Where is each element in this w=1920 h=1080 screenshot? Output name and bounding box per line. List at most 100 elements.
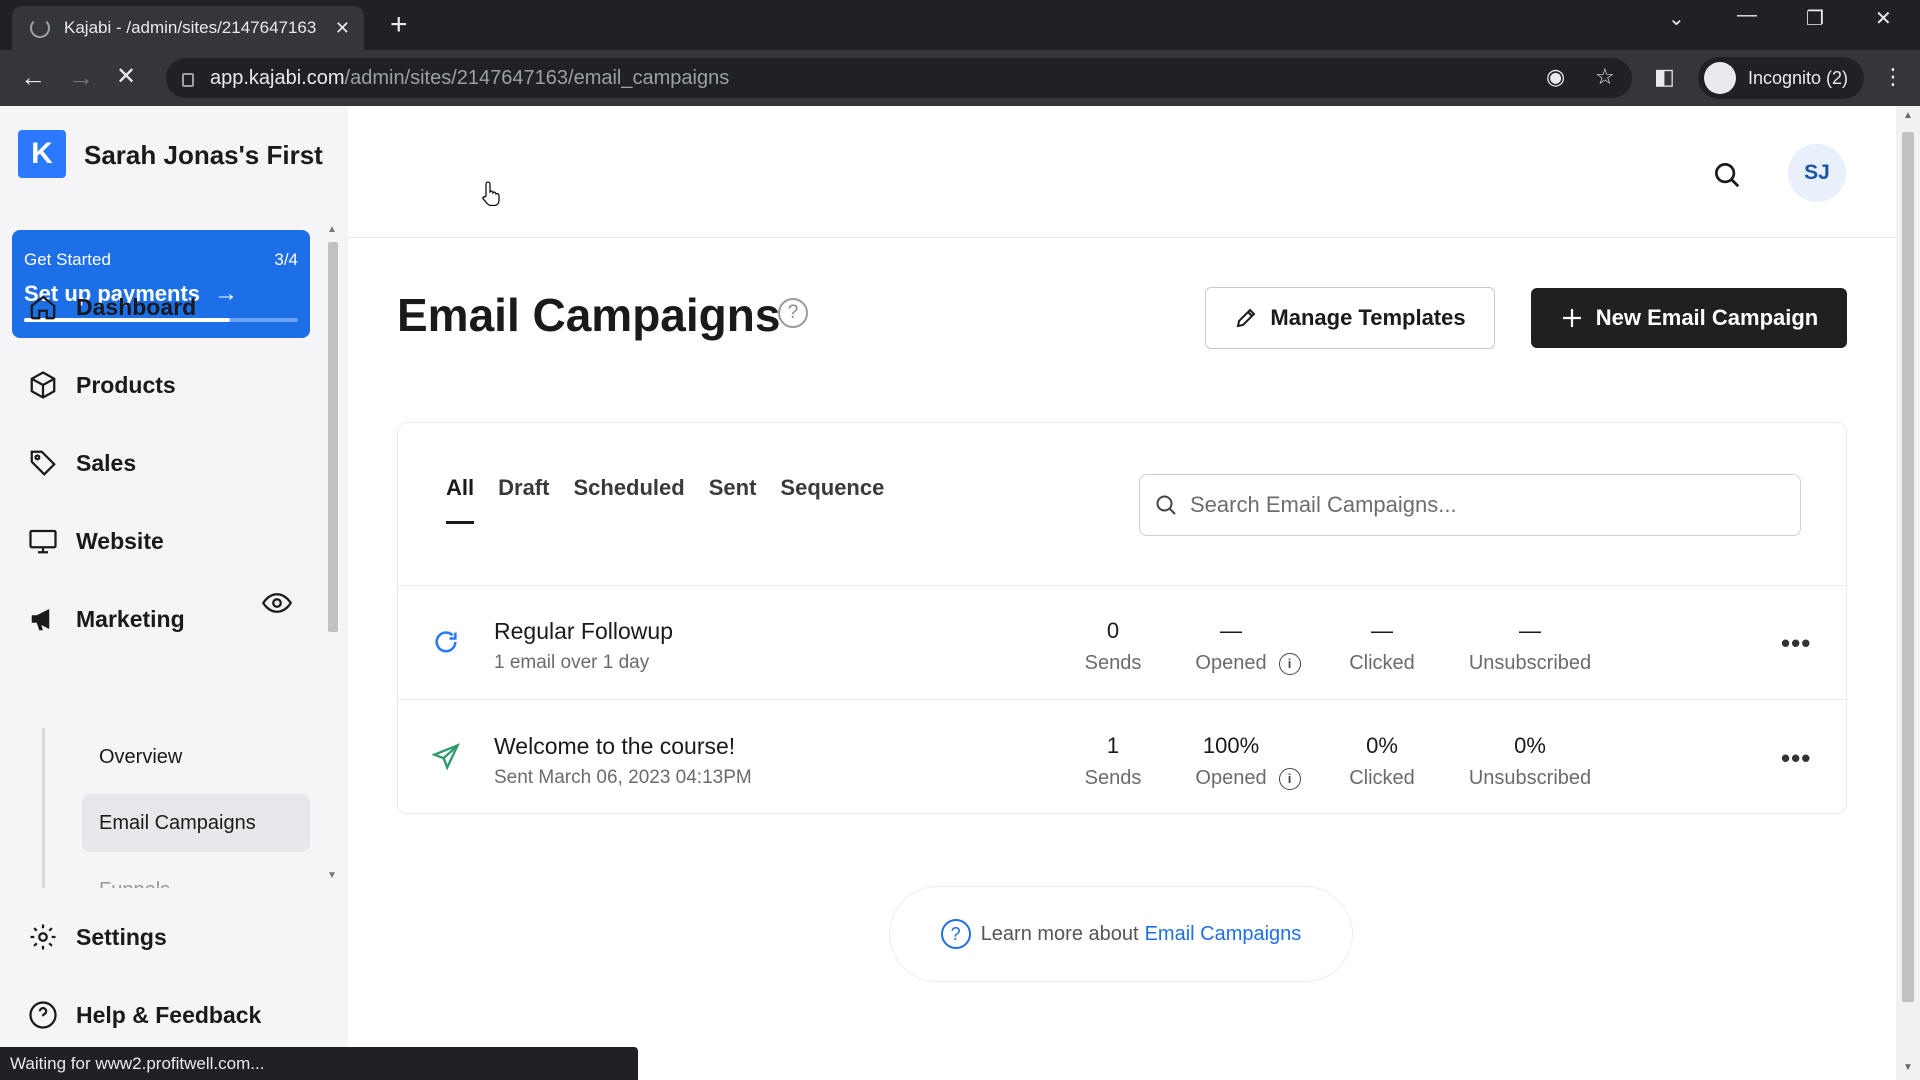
campaign-subtitle: 1 email over 1 day — [494, 652, 650, 673]
avatar[interactable]: SJ — [1788, 144, 1846, 202]
info-icon[interactable]: i — [1278, 652, 1301, 675]
site-name[interactable]: Sarah Jonas's First — [84, 140, 323, 171]
sidebar-item-settings[interactable]: Settings — [28, 922, 167, 952]
browser-status-bar: Waiting for www2.profitwell.com... — [0, 1047, 638, 1080]
tab-draft[interactable]: Draft — [498, 475, 549, 501]
info-icon[interactable]: i — [1278, 767, 1301, 790]
stat-value: 100% — [1202, 733, 1260, 758]
page-scroll-thumb[interactable] — [1902, 132, 1914, 1002]
sidebar-item-label: Settings — [76, 923, 167, 950]
loading-spinner-icon — [30, 18, 50, 38]
sidebar-item-dashboard[interactable]: Dashboard — [28, 292, 196, 322]
sidebar-item-sales[interactable]: Sales — [28, 448, 136, 478]
search-campaigns-box[interactable] — [1139, 474, 1801, 536]
table-row[interactable]: Welcome to the course! Sent March 06, 20… — [398, 701, 1846, 815]
browser-menu-icon[interactable]: ⋮ — [1882, 64, 1904, 90]
learn-more-text: Learn more about — [980, 922, 1139, 945]
tab-close-icon[interactable]: ✕ — [335, 18, 350, 39]
sidebar-item-label: Dashboard — [76, 293, 197, 320]
campaigns-card: All Draft Scheduled Sent Sequence Regula… — [397, 422, 1847, 814]
scroll-up-icon[interactable]: ▲ — [327, 224, 337, 235]
sidebar-subitem-funnels[interactable]: Funnels — [99, 876, 170, 888]
browser-tab-bar: Kajabi - /admin/sites/2147647163 ✕ + ⌄ —… — [0, 0, 1920, 50]
plus-icon — [1562, 309, 1581, 327]
box-icon — [30, 371, 56, 399]
tab-search-icon[interactable]: ⌄ — [1668, 6, 1685, 31]
stat-sends: 0 Sends — [1058, 618, 1168, 675]
stat-unsubscribed: 0% Unsubscribed — [1460, 733, 1600, 790]
manage-templates-button[interactable]: Manage Templates — [1205, 287, 1495, 349]
sidebar-item-website[interactable]: Website — [28, 526, 164, 556]
table-row[interactable]: Regular Followup 1 email over 1 day 0 Se… — [398, 586, 1846, 700]
stat-value: — — [1519, 618, 1541, 643]
sidebar-item-products[interactable]: Products — [28, 370, 176, 400]
campaign-name[interactable]: Regular Followup — [494, 618, 673, 645]
sidebar-scroll-thumb[interactable] — [328, 242, 338, 632]
stat-value: 0% — [1514, 733, 1546, 758]
stat-value: — — [1371, 618, 1393, 643]
sidebar-item-label: Sales — [76, 449, 137, 476]
minimize-icon[interactable]: — — [1737, 4, 1757, 27]
window-close-icon[interactable]: ✕ — [1875, 6, 1892, 31]
tab-scheduled[interactable]: Scheduled — [573, 475, 684, 501]
campaign-name[interactable]: Welcome to the course! — [494, 733, 735, 760]
new-email-campaign-button[interactable]: New Email Campaign — [1531, 288, 1847, 348]
sidebar-subitem-overview[interactable]: Overview — [82, 728, 310, 786]
kajabi-logo-icon[interactable]: K — [18, 130, 66, 178]
more-options-icon[interactable]: ••• — [1781, 743, 1811, 774]
search-icon[interactable] — [1712, 160, 1742, 190]
back-icon[interactable]: ← — [20, 62, 46, 92]
more-options-icon[interactable]: ••• — [1781, 628, 1811, 659]
page-scrollbar[interactable]: ▲ ▼ — [1896, 106, 1920, 1080]
sidebar-item-help-feedback[interactable]: Help & Feedback — [28, 1000, 261, 1030]
pencil-icon — [1237, 308, 1256, 328]
new-email-campaign-label: New Email Campaign — [1595, 305, 1819, 330]
incognito-label: Incognito (2) — [1748, 67, 1849, 88]
scroll-down-icon[interactable]: ▼ — [1903, 1062, 1913, 1073]
bookmark-star-icon[interactable]: ☆ — [1595, 64, 1615, 90]
manage-templates-label: Manage Templates — [1270, 305, 1466, 330]
scroll-up-icon[interactable]: ▲ — [1903, 110, 1913, 121]
search-icon — [1156, 495, 1176, 515]
help-question-icon[interactable]: ? — [778, 298, 808, 328]
stop-loading-icon[interactable]: ✕ — [116, 62, 136, 92]
new-tab-icon[interactable]: + — [390, 8, 408, 42]
search-campaigns-input[interactable] — [1190, 492, 1780, 518]
sequence-refresh-icon — [435, 631, 457, 653]
tab-sent[interactable]: Sent — [709, 475, 757, 501]
stat-label: Sends — [1084, 652, 1142, 674]
url-host: app.kajabi.com — [210, 66, 345, 89]
sidebar-item-marketing[interactable]: Marketing — [28, 604, 185, 634]
stat-opened: 100% Opened i — [1178, 733, 1318, 790]
incognito-badge[interactable]: Incognito (2) — [1698, 57, 1865, 99]
side-panel-icon[interactable]: ◧ — [1654, 64, 1675, 90]
stat-label: Sends — [1084, 767, 1142, 789]
tab-sequence[interactable]: Sequence — [780, 475, 884, 501]
sidebar-subitem-email-campaigns[interactable]: Email Campaigns — [82, 794, 310, 852]
incognito-icon — [1704, 62, 1736, 94]
scroll-down-icon[interactable]: ▼ — [327, 870, 337, 881]
tab-all[interactable]: All — [446, 475, 475, 524]
sidebar-item-label: Marketing — [76, 605, 185, 632]
help-question-icon: ? — [940, 919, 971, 949]
get-started-label: Get Started — [24, 250, 111, 269]
restore-icon[interactable]: ❐ — [1806, 6, 1824, 31]
preview-eye-icon[interactable] — [262, 592, 292, 614]
tag-icon — [30, 450, 56, 476]
sidebar-item-label: Website — [76, 527, 164, 554]
sidebar-scrollbar[interactable]: ▲ ▼ — [326, 224, 340, 884]
eye-off-icon[interactable]: ◉ — [1546, 64, 1565, 90]
stat-value: 0 — [1106, 618, 1120, 643]
forward-icon[interactable]: → — [68, 62, 94, 92]
sidebar: K Sarah Jonas's First Get Started 3/4 Se… — [0, 106, 348, 1080]
stat-opened: — Opened i — [1178, 618, 1318, 675]
arrow-right-icon: → — [214, 280, 239, 307]
stat-clicked: 0% Clicked — [1318, 733, 1446, 790]
submenu-rail — [42, 728, 45, 888]
stat-unsubscribed: — Unsubscribed — [1460, 618, 1600, 675]
home-icon — [30, 295, 56, 320]
browser-tab[interactable]: Kajabi - /admin/sites/2147647163 ✕ — [12, 6, 364, 50]
address-bar[interactable]: app.kajabi.com/admin/sites/2147647163/em… — [166, 58, 1632, 98]
stat-value: 0% — [1366, 733, 1398, 758]
learn-more-link[interactable]: Email Campaigns — [1145, 923, 1302, 946]
